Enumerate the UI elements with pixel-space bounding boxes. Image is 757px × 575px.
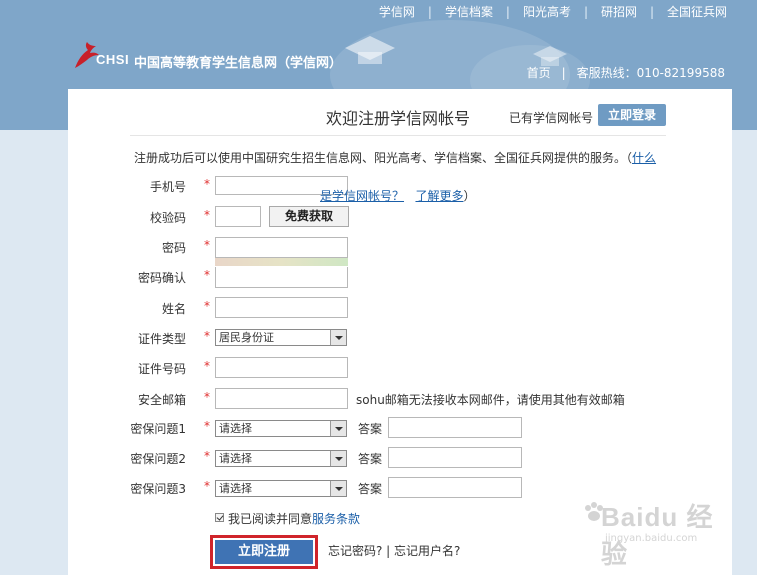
what-is-account-link[interactable]: 什么 xyxy=(632,151,656,165)
confirm-label: 密码确认 xyxy=(137,271,186,285)
account-help: 是学信网帐号？ 了解更多） xyxy=(320,189,476,203)
answer2-label: 答案 xyxy=(358,452,383,466)
top-nav-archive[interactable]: 学信档案 xyxy=(445,5,493,19)
id-number-input[interactable] xyxy=(215,357,348,378)
page-title: 欢迎注册学信网帐号 xyxy=(326,109,471,128)
confirm-password-input[interactable] xyxy=(215,267,348,288)
chevron-down-icon xyxy=(330,451,346,466)
required-mark: * xyxy=(204,268,210,282)
code-input[interactable] xyxy=(215,206,261,227)
chevron-down-icon xyxy=(330,421,346,436)
required-mark: * xyxy=(204,238,210,252)
required-mark: * xyxy=(204,208,210,222)
password-label: 密码 xyxy=(161,241,186,255)
have-account-text: 已有学信网帐号 xyxy=(509,111,594,125)
question2-select[interactable]: 请选择 xyxy=(215,450,347,467)
agree-text: 我已阅读并同意服务条款 xyxy=(228,512,361,526)
question3-select[interactable]: 请选择 xyxy=(215,480,347,497)
email-label: 安全邮箱 xyxy=(137,393,186,407)
hotline: 客服热线：010-82199588 xyxy=(576,66,725,80)
logo-name: 中国高等教育学生信息网（学信网） xyxy=(134,56,343,71)
divider xyxy=(130,135,666,136)
code-label: 校验码 xyxy=(149,211,186,225)
question1-label: 密保问题1 xyxy=(130,422,186,436)
required-mark: * xyxy=(204,479,210,493)
terms-link[interactable]: 服务条款 xyxy=(312,512,360,526)
top-nav-yanzhao[interactable]: 研招网 xyxy=(601,5,637,19)
get-code-button[interactable]: 免费获取 xyxy=(269,206,349,227)
top-nav: 学信网 | 学信档案 | 阳光高考 | 研招网 | 全国征兵网 xyxy=(378,5,727,19)
question2-label: 密保问题2 xyxy=(130,452,186,466)
register-button-highlight: 立即注册 xyxy=(210,535,318,569)
required-mark: * xyxy=(204,449,210,463)
password-input[interactable] xyxy=(215,237,348,258)
answer3-input[interactable] xyxy=(388,477,522,498)
name-label: 姓名 xyxy=(161,302,186,316)
email-input[interactable] xyxy=(215,388,348,409)
email-hint: sohu邮箱无法接收本网邮件，请使用其他有效邮箱 xyxy=(356,393,625,407)
required-mark: * xyxy=(204,177,210,191)
register-button[interactable]: 立即注册 xyxy=(215,540,313,564)
id-type-select[interactable]: 居民身份证 xyxy=(215,329,347,346)
graduation-cap-icon xyxy=(345,36,395,64)
watermark-sub: jingyan.baidu.com xyxy=(605,533,698,544)
top-nav-zhengbing[interactable]: 全国征兵网 xyxy=(667,5,727,19)
required-mark: * xyxy=(204,390,210,404)
question1-select[interactable]: 请选择 xyxy=(215,420,347,437)
required-mark: * xyxy=(204,299,210,313)
agree-checkbox[interactable] xyxy=(215,513,224,522)
required-mark: * xyxy=(204,359,210,373)
forgot-links[interactable]: 忘记密码? | 忘记用户名? xyxy=(328,542,460,559)
chevron-down-icon xyxy=(330,481,346,496)
home-link[interactable]: 首页 xyxy=(527,66,551,80)
answer1-label: 答案 xyxy=(358,422,383,436)
answer1-input[interactable] xyxy=(388,417,522,438)
question3-label: 密保问题3 xyxy=(130,482,186,496)
required-mark: * xyxy=(204,329,210,343)
what-is-account-link-2[interactable]: 是学信网帐号？ xyxy=(320,189,404,203)
id-type-label: 证件类型 xyxy=(137,332,186,346)
id-number-label: 证件号码 xyxy=(137,362,186,376)
login-button[interactable]: 立即登录 xyxy=(598,104,666,126)
chevron-down-icon xyxy=(330,330,346,345)
baidu-watermark: Baidu 经验 jingyan.baidu.com xyxy=(583,495,723,569)
top-nav-xuexin[interactable]: 学信网 xyxy=(379,5,415,19)
name-input[interactable] xyxy=(215,297,348,318)
logo-mark: CHSI xyxy=(96,52,130,67)
answer3-label: 答案 xyxy=(358,482,383,496)
learn-more-link[interactable]: 了解更多 xyxy=(415,189,463,203)
intro-text: 注册成功后可以使用中国研究生招生信息网、阳光高考、学信档案、全国征兵网提供的服务… xyxy=(134,151,657,165)
sub-nav: 首页 | 客服热线：010-82199588 xyxy=(526,66,725,80)
top-nav-gaokao[interactable]: 阳光高考 xyxy=(523,5,571,19)
required-mark: * xyxy=(204,419,210,433)
phone-label: 手机号 xyxy=(149,180,186,194)
password-strength-bar xyxy=(215,258,348,266)
answer2-input[interactable] xyxy=(388,447,522,468)
